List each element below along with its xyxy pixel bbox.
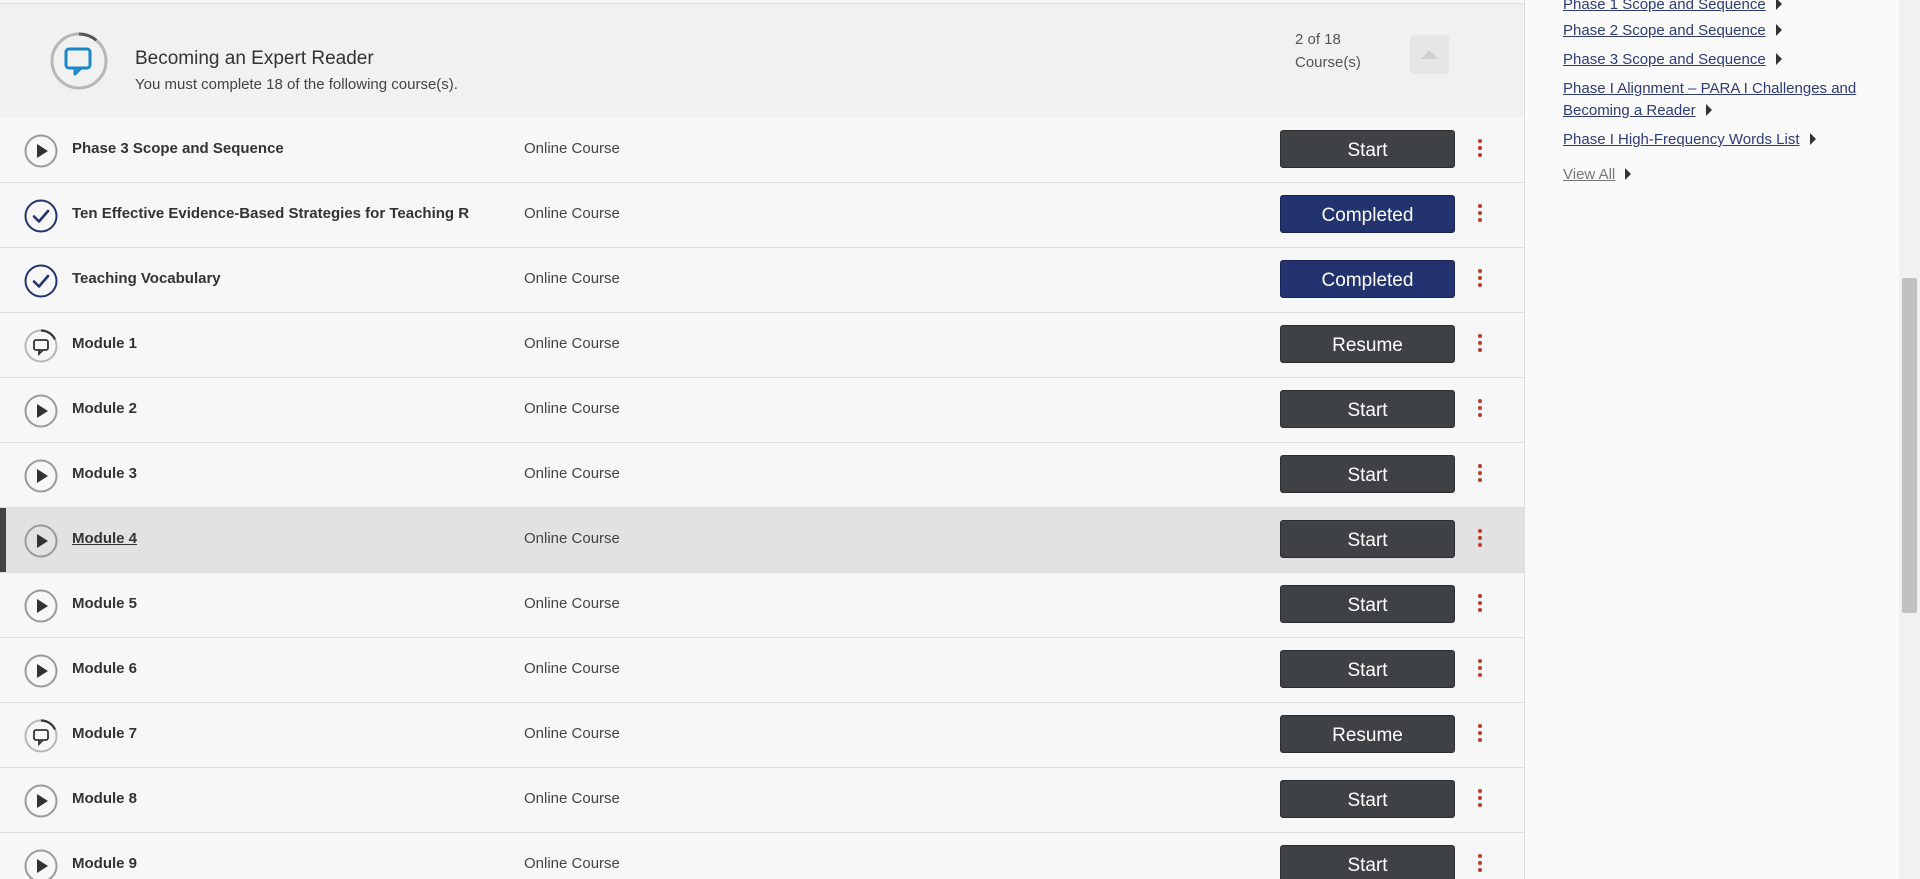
more-options-icon[interactable]: [1472, 331, 1488, 359]
course-completed-button[interactable]: Completed: [1280, 260, 1455, 298]
completion-count: 2 of 18 Course(s): [1295, 28, 1395, 74]
course-row: Module 7 Online Course Resume: [0, 703, 1524, 768]
course-start-button[interactable]: Start: [1280, 650, 1455, 688]
course-completed-button[interactable]: Completed: [1280, 195, 1455, 233]
course-type: Online Course: [524, 790, 620, 807]
course-type: Online Course: [524, 725, 620, 742]
course-row: Module 2 Online Course Start: [0, 378, 1524, 443]
course-start-button[interactable]: Start: [1280, 390, 1455, 428]
scrollbar-thumb[interactable]: [1902, 278, 1917, 613]
more-options-icon[interactable]: [1472, 656, 1488, 684]
more-options-icon[interactable]: [1472, 396, 1488, 424]
more-options-icon[interactable]: [1472, 526, 1488, 554]
course-start-button[interactable]: Start: [1280, 455, 1455, 493]
caret-right-icon: [1775, 0, 1782, 10]
sidebar-link-phase-3[interactable]: Phase 3 Scope and Sequence: [1563, 49, 1782, 71]
play-icon: [24, 394, 58, 428]
course-row: Module 3 Online Course Start: [0, 443, 1524, 508]
course-row: Module 8 Online Course Start: [0, 768, 1524, 833]
course-start-button[interactable]: Start: [1280, 845, 1455, 879]
caret-right-icon: [1705, 104, 1712, 116]
course-start-button[interactable]: Start: [1280, 520, 1455, 558]
course-type: Online Course: [524, 660, 620, 677]
course-type: Online Course: [524, 465, 620, 482]
course-type: Online Course: [524, 855, 620, 872]
course-type: Online Course: [524, 270, 620, 287]
course-title[interactable]: Teaching Vocabulary: [72, 270, 475, 287]
play-icon: [24, 524, 58, 558]
course-title[interactable]: Module 2: [72, 400, 475, 417]
course-type: Online Course: [524, 595, 620, 612]
course-title[interactable]: Module 3: [72, 465, 475, 482]
more-options-icon[interactable]: [1472, 266, 1488, 294]
course-title[interactable]: Module 1: [72, 335, 475, 352]
related-resources-sidebar: Phase 1 Scope and Sequence Phase 2 Scope…: [1525, 0, 1899, 879]
play-icon: [24, 784, 58, 818]
more-options-icon[interactable]: [1472, 721, 1488, 749]
checkmark-icon: [24, 264, 58, 298]
curriculum-header: Becoming an Expert Reader You must compl…: [0, 3, 1524, 119]
course-start-button[interactable]: Start: [1280, 130, 1455, 168]
course-type: Online Course: [524, 205, 620, 222]
course-title[interactable]: Module 7: [72, 725, 475, 742]
course-row: Ten Effective Evidence-Based Strategies …: [0, 183, 1524, 248]
course-row: Module 6 Online Course Start: [0, 638, 1524, 703]
play-icon: [24, 589, 58, 623]
caret-right-icon: [1809, 133, 1816, 145]
caret-right-icon: [1775, 24, 1782, 36]
course-row: Module 5 Online Course Start: [0, 573, 1524, 638]
more-options-icon[interactable]: [1472, 201, 1488, 229]
more-options-icon[interactable]: [1472, 591, 1488, 619]
view-all-link[interactable]: View All: [1563, 164, 1632, 186]
course-row: Phase 3 Scope and Sequence Online Course S…: [0, 118, 1524, 183]
course-start-button[interactable]: Start: [1280, 780, 1455, 818]
checkmark-icon: [24, 199, 58, 233]
course-row: Module 1 Online Course Resume: [0, 313, 1524, 378]
curriculum-requirement: You must complete 18 of the following co…: [135, 76, 458, 93]
course-start-button[interactable]: Start: [1280, 585, 1455, 623]
collapse-button[interactable]: [1410, 35, 1449, 74]
course-title[interactable]: Ten Effective Evidence-Based Strategies …: [72, 205, 475, 222]
in-progress-icon: [24, 719, 58, 753]
course-row: Module 4 Online Course Start: [0, 508, 1524, 573]
play-icon: [24, 459, 58, 493]
more-options-icon[interactable]: [1472, 851, 1488, 879]
sidebar-link-high-frequency-words[interactable]: Phase I High-Frequency Words List: [1563, 129, 1816, 151]
course-title[interactable]: Module 4: [72, 530, 475, 547]
caret-right-icon: [1625, 168, 1632, 180]
course-title[interactable]: Module 5: [72, 595, 475, 612]
chevron-up-icon: [1421, 50, 1438, 59]
completion-count-value: 2 of 18: [1295, 31, 1341, 48]
course-title[interactable]: Phase 3 Scope and Sequence: [72, 140, 475, 157]
curriculum-title: Becoming an Expert Reader: [135, 48, 374, 69]
course-title[interactable]: Module 8: [72, 790, 475, 807]
more-options-icon[interactable]: [1472, 786, 1488, 814]
play-icon: [24, 134, 58, 168]
course-row: Module 9 Online Course Start: [0, 833, 1524, 879]
course-resume-button[interactable]: Resume: [1280, 325, 1455, 363]
sidebar-link-phase-1[interactable]: Phase 1 Scope and Sequence: [1563, 0, 1782, 16]
course-title[interactable]: Module 6: [72, 660, 475, 677]
more-options-icon[interactable]: [1472, 136, 1488, 164]
course-type: Online Course: [524, 140, 620, 157]
learning-plan-panel: Becoming an Expert Reader You must compl…: [0, 0, 1525, 879]
course-row: Teaching Vocabulary Online Course Complete…: [0, 248, 1524, 313]
play-icon: [24, 654, 58, 688]
course-type: Online Course: [524, 335, 620, 352]
course-type: Online Course: [524, 400, 620, 417]
progress-ring-icon: [50, 32, 108, 90]
sidebar-link-phase-1-alignment[interactable]: Phase I Alignment – PARA I Challenges an…: [1563, 78, 1856, 122]
in-progress-icon: [24, 329, 58, 363]
course-type: Online Course: [524, 530, 620, 547]
play-icon: [24, 849, 58, 879]
page-scrollbar[interactable]: [1899, 0, 1920, 879]
sidebar-link-phase-2[interactable]: Phase 2 Scope and Sequence: [1563, 20, 1782, 42]
caret-right-icon: [1775, 53, 1782, 65]
course-title[interactable]: Module 9: [72, 855, 475, 872]
more-options-icon[interactable]: [1472, 461, 1488, 489]
completion-count-unit: Course(s): [1295, 54, 1361, 71]
course-resume-button[interactable]: Resume: [1280, 715, 1455, 753]
